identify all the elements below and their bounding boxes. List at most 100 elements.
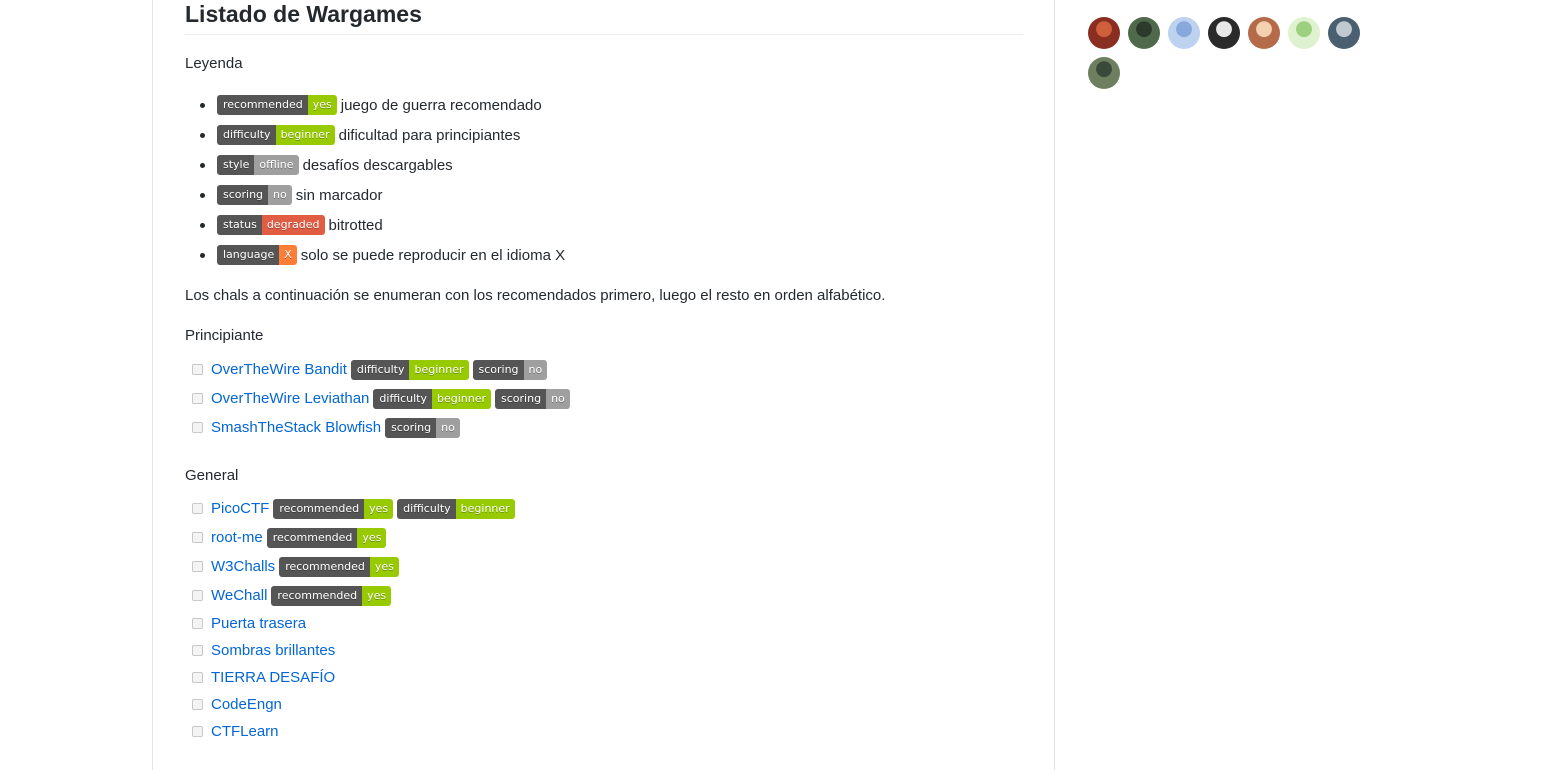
badge-label: scoring — [385, 417, 437, 438]
legend-text: juego de guerra recomendado — [340, 96, 542, 114]
readme-body: Listado de Wargames Leyenda recommended y… — [185, 0, 1023, 740]
task-checkbox[interactable] — [192, 503, 203, 514]
task-list-general: PicoCTF recommended yes difficulty beginner r… — [192, 494, 519, 745]
legend-text: desafíos descargables — [302, 156, 453, 174]
legend-text: bitrotted — [328, 216, 383, 234]
wargame-link[interactable]: root-me — [211, 529, 263, 546]
badge-value: no — [523, 359, 548, 380]
badge-scoring: scoring no — [495, 388, 570, 409]
badge-scoring: scoring no — [385, 417, 460, 438]
badge-value: no — [436, 417, 460, 438]
badge-style: style offline — [217, 155, 299, 175]
wargame-link[interactable]: TIERRA DESAFÍO — [211, 669, 335, 686]
task-list-item: Sombras brillantes — [192, 637, 519, 664]
badge-label: recommended — [266, 527, 358, 548]
task-list-item: OverTheWire Leviathan difficulty beginner s… — [192, 384, 574, 413]
badge-difficulty: difficulty beginner — [373, 388, 492, 409]
badge-status: status degraded — [217, 215, 325, 235]
section-heading-principiante: Principiante — [185, 327, 264, 344]
task-list-item: Puerta trasera — [192, 610, 519, 637]
badge-recommended: recommended yes — [271, 585, 392, 606]
task-checkbox[interactable] — [192, 393, 203, 404]
task-checkbox[interactable] — [192, 590, 203, 601]
badge-difficulty: difficulty beginner — [397, 498, 515, 519]
badge-label: difficulty — [397, 498, 456, 519]
legend-text: dificultad para principiantes — [338, 126, 521, 144]
wargame-link[interactable]: Sombras brillantes — [211, 642, 335, 659]
legend-item: style offline desafíos descargables — [200, 150, 565, 180]
task-checkbox[interactable] — [192, 699, 203, 710]
badge-value: yes — [362, 585, 392, 606]
badge-recommended: recommended yes — [266, 527, 387, 548]
badge-label: scoring — [217, 185, 269, 205]
badge-value: yes — [307, 95, 337, 115]
wargame-link[interactable]: CodeEngn — [211, 696, 282, 713]
page-title: Listado de Wargames — [185, 0, 1023, 35]
contributor-avatar[interactable] — [1328, 17, 1360, 49]
badge-label: difficulty — [217, 125, 276, 145]
task-checkbox[interactable] — [192, 726, 203, 737]
badge-label: recommended — [217, 95, 308, 115]
wargame-link[interactable]: PicoCTF — [211, 500, 269, 517]
badge-value: yes — [357, 527, 387, 548]
wargame-link[interactable]: WeChall — [211, 587, 267, 604]
task-checkbox[interactable] — [192, 364, 203, 375]
badge-label: style — [217, 155, 255, 175]
task-checkbox[interactable] — [192, 422, 203, 433]
contributor-avatar[interactable] — [1128, 17, 1160, 49]
badge-difficulty: difficulty beginner — [217, 125, 335, 145]
contributor-avatar[interactable] — [1288, 17, 1320, 49]
badge-recommended: recommended yes — [217, 95, 337, 115]
badge-label: difficulty — [373, 388, 432, 409]
badge-value: no — [546, 388, 570, 409]
task-checkbox[interactable] — [192, 561, 203, 572]
task-list-item: WeChall recommended yes — [192, 581, 519, 610]
wargame-link[interactable]: CTFLearn — [211, 723, 279, 740]
task-list-item: SmashTheStack Blowfish scoring no — [192, 413, 574, 442]
contributor-avatar[interactable] — [1088, 17, 1120, 49]
badge-label: difficulty — [350, 359, 410, 380]
wargame-link[interactable]: OverTheWire Leviathan — [211, 390, 369, 407]
wargame-link[interactable]: SmashTheStack Blowfish — [211, 419, 381, 436]
contributor-avatar[interactable] — [1208, 17, 1240, 49]
badge-value: beginner — [409, 359, 469, 380]
legend-list: recommended yes juego de guerra recomendad… — [185, 90, 565, 270]
contributor-avatar[interactable] — [1088, 57, 1120, 89]
legend-text: sin marcador — [295, 186, 383, 204]
wargame-link[interactable]: Puerta trasera — [211, 615, 306, 632]
badge-label: scoring — [495, 388, 547, 409]
task-checkbox[interactable] — [192, 618, 203, 629]
badge-value: no — [268, 185, 292, 205]
badge-recommended: recommended yes — [273, 498, 394, 519]
badge-language: language X — [217, 245, 297, 265]
task-checkbox[interactable] — [192, 645, 203, 656]
legend-heading: Leyenda — [185, 55, 243, 72]
legend-item: scoring no sin marcador — [200, 180, 565, 210]
badge-difficulty: difficulty beginner — [350, 359, 469, 380]
badge-label: recommended — [271, 585, 363, 606]
legend-item: difficulty beginner dificultad para princi… — [200, 120, 565, 150]
legend-text: solo se puede reproducir en el idioma X — [300, 246, 566, 264]
task-list-item: TIERRA DESAFÍO — [192, 664, 519, 691]
contributor-avatar[interactable] — [1168, 17, 1200, 49]
badge-value: degraded — [261, 215, 325, 235]
badge-scoring: scoring no — [217, 185, 292, 205]
task-checkbox[interactable] — [192, 672, 203, 683]
wargame-link[interactable]: OverTheWire Bandit — [211, 361, 347, 378]
badge-label: recommended — [273, 498, 365, 519]
badge-value: X — [279, 245, 297, 265]
contributor-avatar[interactable] — [1248, 17, 1280, 49]
task-list-principiante: OverTheWire Bandit difficulty beginner scor… — [192, 355, 574, 442]
badge-label: status — [217, 215, 262, 235]
badge-label: language — [217, 245, 280, 265]
task-list-item: CTFLearn — [192, 718, 519, 745]
wargame-link[interactable]: W3Challs — [211, 558, 275, 575]
legend-item: status degraded bitrotted — [200, 210, 565, 240]
task-list-item: root-me recommended yes — [192, 523, 519, 552]
task-checkbox[interactable] — [192, 532, 203, 543]
section-heading-general: General — [185, 467, 239, 484]
badge-recommended: recommended yes — [279, 556, 399, 577]
legend-item: language Xsolo se puede reproducir en el … — [200, 240, 565, 270]
badge-value: offline — [254, 155, 299, 175]
badge-value: beginner — [275, 125, 335, 145]
